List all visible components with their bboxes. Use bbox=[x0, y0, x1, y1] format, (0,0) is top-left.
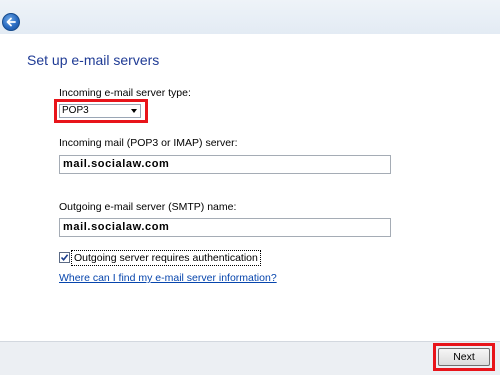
wizard-footer bbox=[0, 341, 500, 375]
back-button[interactable] bbox=[2, 13, 20, 31]
incoming-server-label: Incoming mail (POP3 or IMAP) server: bbox=[59, 137, 238, 149]
next-button-highlight: Next bbox=[433, 343, 495, 371]
outgoing-server-label: Outgoing e-mail server (SMTP) name: bbox=[59, 201, 237, 213]
page-title: Set up e-mail servers bbox=[27, 52, 160, 68]
server-type-dropdown[interactable]: POP3 bbox=[59, 104, 141, 118]
server-type-label: Incoming e-mail server type: bbox=[59, 87, 191, 99]
chevron-down-icon bbox=[131, 109, 137, 113]
wizard-top-bar bbox=[0, 0, 500, 34]
checkmark-icon bbox=[60, 254, 69, 262]
auth-checkbox[interactable] bbox=[59, 252, 70, 263]
back-arrow-icon bbox=[6, 17, 16, 27]
server-type-value: POP3 bbox=[62, 105, 89, 116]
server-type-highlight: POP3 bbox=[54, 99, 148, 123]
incoming-server-field[interactable]: mail.socialaw.com bbox=[59, 155, 391, 174]
next-button[interactable]: Next bbox=[438, 348, 490, 366]
server-info-help-link[interactable]: Where can I find my e-mail server inform… bbox=[59, 272, 277, 284]
outgoing-server-field[interactable]: mail.socialaw.com bbox=[59, 218, 391, 237]
auth-checkbox-label[interactable]: Outgoing server requires authentication bbox=[71, 250, 261, 266]
